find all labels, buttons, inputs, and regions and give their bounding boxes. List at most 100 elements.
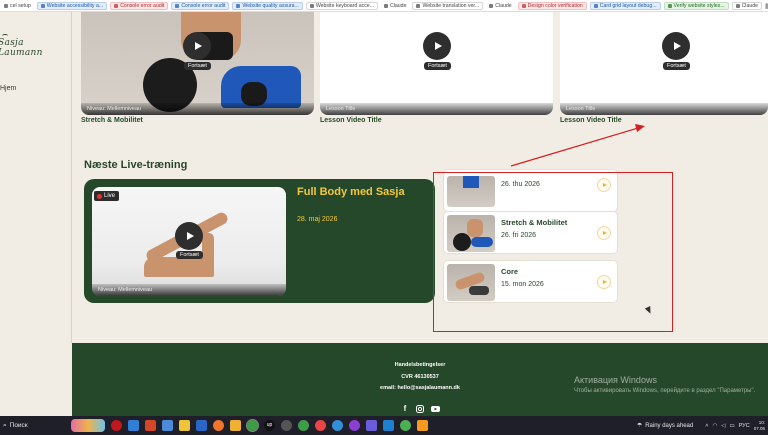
bookmark-favicon-icon — [489, 3, 494, 8]
section-title: Næste Live-træning — [84, 159, 188, 171]
athlete-arms — [202, 233, 214, 277]
lesson-card-1[interactable]: Fortsæt Niveau: Mellemniveau — [81, 12, 314, 115]
bookmark-favicon-icon — [175, 3, 180, 8]
level-label: Lesson Title — [320, 103, 553, 115]
featured-date: 28. maj 2026 — [297, 216, 338, 223]
continue-label[interactable]: Fortsæt — [176, 251, 203, 259]
battery-icon[interactable]: ▭ — [730, 423, 735, 429]
system-clock[interactable]: 10: 07.05 — [754, 420, 765, 432]
featured-title[interactable]: Full Body med Sasja — [297, 186, 417, 199]
live-badge-label: Live — [104, 193, 116, 199]
bookmark-item[interactable]: Website translation ver... — [412, 1, 484, 10]
bookmark-item[interactable]: Console error audit — [171, 1, 230, 10]
lesson-title[interactable]: Lesson Video Title — [320, 117, 382, 124]
featured-media[interactable]: Fortsæt Niveau: Mellemniveau — [92, 187, 286, 296]
bookmark-favicon-icon — [40, 3, 45, 8]
bookmark-label: Claude — [390, 2, 407, 9]
play-button[interactable] — [662, 32, 690, 60]
level-label: Niveau: Mellemniveau — [92, 284, 286, 296]
teams-icon[interactable] — [366, 420, 377, 431]
bookmark-favicon-icon — [309, 3, 314, 8]
bookmark-item[interactable]: Claude — [381, 2, 409, 10]
bookmark-label: Claude — [741, 2, 759, 9]
bookmark-favicon-icon — [384, 3, 389, 8]
taskbar-search[interactable]: ⌕ Поиск — [0, 416, 68, 435]
level-label: Lesson Title — [560, 103, 768, 115]
bookmark-item[interactable]: Verify website styles... — [663, 1, 729, 10]
youtube-icon[interactable] — [431, 405, 440, 413]
bookmark-label: Website translation ver... — [422, 2, 480, 9]
instagram-icon[interactable] — [416, 405, 424, 413]
bookmark-item[interactable]: Design color verification — [517, 1, 587, 10]
bookmark-favicon-icon — [521, 3, 526, 8]
bookmark-item[interactable]: cel setup — [1, 2, 34, 10]
mail-icon[interactable] — [196, 420, 207, 431]
annotation-highlight-box — [433, 172, 673, 332]
bookmark-favicon-icon — [667, 3, 672, 8]
play-icon — [673, 42, 681, 50]
bookmark-item[interactable]: Website quality assura... — [232, 1, 303, 10]
lesson-title[interactable]: Lesson Video Title — [560, 117, 622, 124]
windows-activation-title: Активация Windows — [574, 375, 657, 385]
chrome-profile-blue-icon[interactable] — [332, 420, 343, 431]
facebook-icon[interactable]: f — [401, 405, 409, 413]
weather-widget[interactable]: ☂ Rainy days ahead — [636, 422, 694, 430]
file-explorer-icon[interactable] — [179, 420, 190, 431]
bookmark-item[interactable]: Card grid layout debug... — [589, 1, 661, 10]
weather-label: Rainy days ahead — [645, 422, 694, 429]
annotation-arrow-line — [510, 127, 639, 167]
files-icon[interactable] — [162, 420, 173, 431]
brand-logo[interactable]: Sasja Laumann — [0, 38, 71, 58]
play-button[interactable] — [423, 32, 451, 60]
clock-date: 07.05 — [753, 425, 765, 431]
bookmark-item[interactable]: Console error audit — [110, 1, 169, 10]
edge-icon[interactable] — [128, 420, 139, 431]
windows-activation-subtitle: Чтобы активировать Windows, перейдите в … — [574, 388, 756, 394]
firefox-icon[interactable] — [213, 420, 224, 431]
bookmark-label: Console error audit — [181, 2, 226, 9]
annotation-arrow-head — [635, 124, 645, 132]
play-button[interactable] — [175, 222, 203, 250]
play-icon — [186, 232, 194, 240]
folder-app-icon[interactable] — [417, 420, 428, 431]
continue-label[interactable]: Fortsæt — [184, 62, 211, 70]
play-icon — [194, 42, 202, 50]
lesson-card-2[interactable]: Fortsæt Lesson Title — [320, 12, 553, 115]
bookmark-label: Claude — [495, 2, 512, 9]
opera-icon[interactable] — [111, 420, 122, 431]
app-icon[interactable] — [230, 420, 241, 431]
settings-icon[interactable] — [281, 420, 292, 431]
volume-icon[interactable]: ◁ — [721, 423, 725, 429]
language-indicator[interactable]: РУС — [739, 423, 750, 429]
vscode-icon[interactable] — [383, 420, 394, 431]
chrome-profile-red-icon[interactable] — [315, 420, 326, 431]
bookmark-item[interactable]: Claude — [731, 1, 763, 10]
rain-cloud-icon: ☂ — [636, 423, 643, 429]
bookmark-item[interactable]: Claude — [486, 2, 514, 10]
lesson-card-3[interactable]: Fortsæt Lesson Title — [560, 12, 768, 115]
bookmark-label: Website accessibility a... — [46, 2, 104, 9]
chrome-icon[interactable] — [246, 419, 259, 432]
bookmark-item[interactable]: Website keyboard acce... — [305, 1, 379, 10]
bookmark-label: Verify website styles... — [673, 2, 725, 9]
footer-terms-link[interactable]: Handelsbetingelser — [72, 362, 768, 368]
bookmark-favicon-icon — [236, 3, 241, 8]
lesson-title[interactable]: Stretch & Mobilitet — [81, 117, 143, 124]
bookmark-item[interactable]: Website accessibility a... — [36, 1, 108, 10]
bookmark-label: Console error audit — [120, 2, 165, 9]
continue-label[interactable]: Fortsæt — [424, 62, 451, 70]
upwork-icon[interactable]: up — [264, 420, 275, 431]
chrome-profile-purple-icon[interactable] — [349, 420, 360, 431]
phone-link-icon[interactable] — [400, 420, 411, 431]
play-icon — [434, 42, 442, 50]
continue-label[interactable]: Fortsæt — [663, 62, 690, 70]
bookmark-favicon-icon — [593, 3, 598, 8]
chrome-profile-icon[interactable] — [298, 420, 309, 431]
widgets-icon[interactable] — [71, 419, 105, 432]
chevron-up-icon[interactable]: ˄ — [705, 423, 708, 429]
sidebar-item-home[interactable]: Hjem — [0, 85, 16, 92]
bookmark-favicon-icon — [735, 3, 740, 8]
play-button[interactable] — [183, 32, 211, 60]
wifi-icon[interactable]: ◠ — [712, 423, 717, 429]
powerpoint-icon[interactable] — [145, 420, 156, 431]
